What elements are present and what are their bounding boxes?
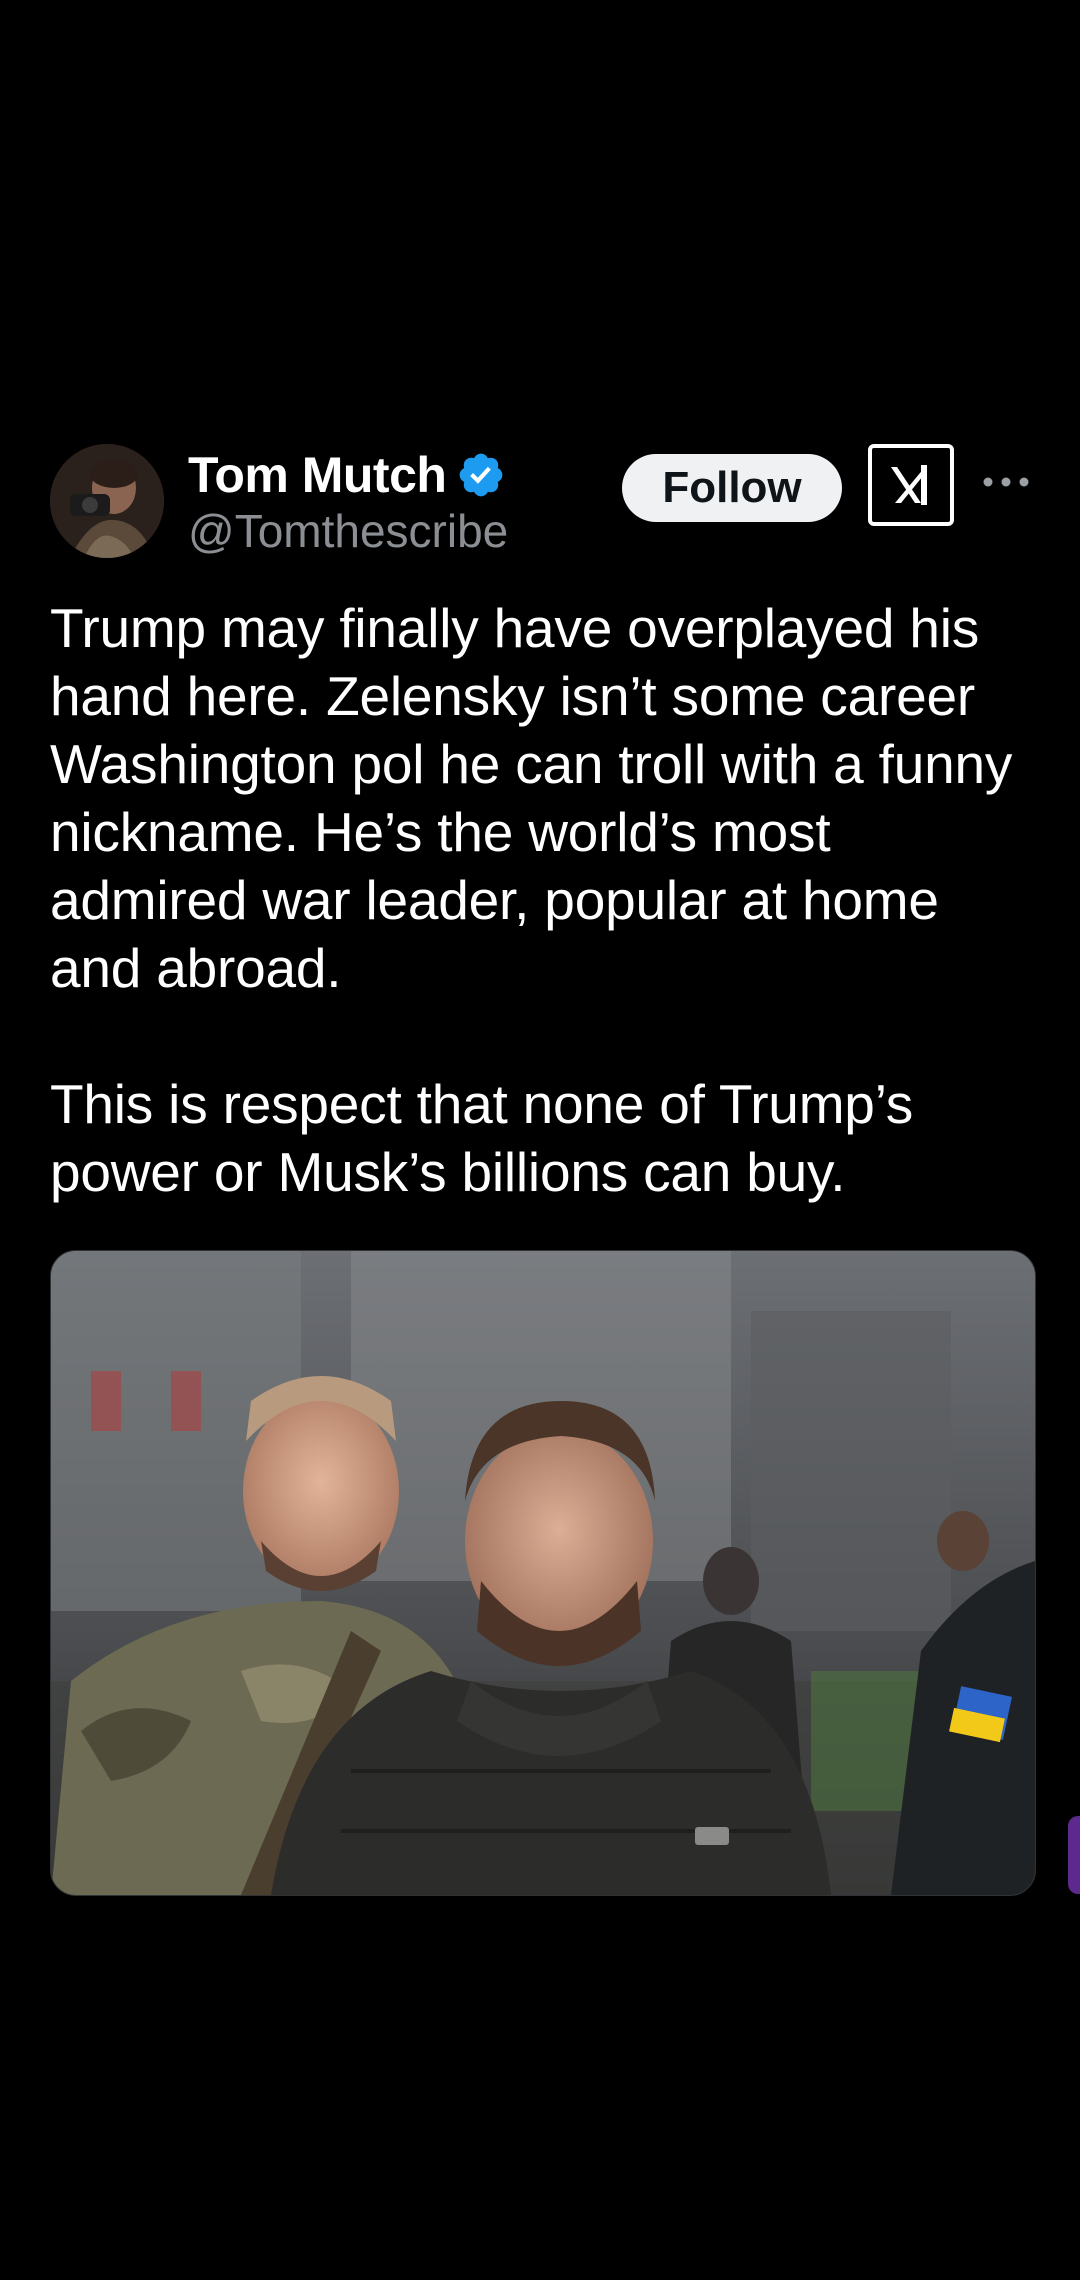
author-handle[interactable]: @Tomthescribe [188, 504, 508, 558]
author-avatar[interactable] [50, 444, 164, 558]
verified-badge-icon [456, 450, 506, 500]
follow-button[interactable]: Follow [622, 454, 842, 522]
edge-panel-handle[interactable] [1068, 1816, 1080, 1894]
post-media-image[interactable] [50, 1250, 1036, 1896]
x-logo-icon[interactable] [868, 444, 954, 526]
avatar-photo [50, 444, 164, 558]
author-name[interactable]: Tom Mutch [188, 446, 506, 504]
post-header: Tom Mutch @Tomthescribe Follow [50, 444, 1030, 564]
post-text: Trump may finally have overplayed his ha… [50, 597, 1013, 1203]
media-photo [51, 1251, 1035, 1895]
author-name-text: Tom Mutch [188, 447, 447, 503]
more-options-icon[interactable] [982, 458, 1030, 506]
